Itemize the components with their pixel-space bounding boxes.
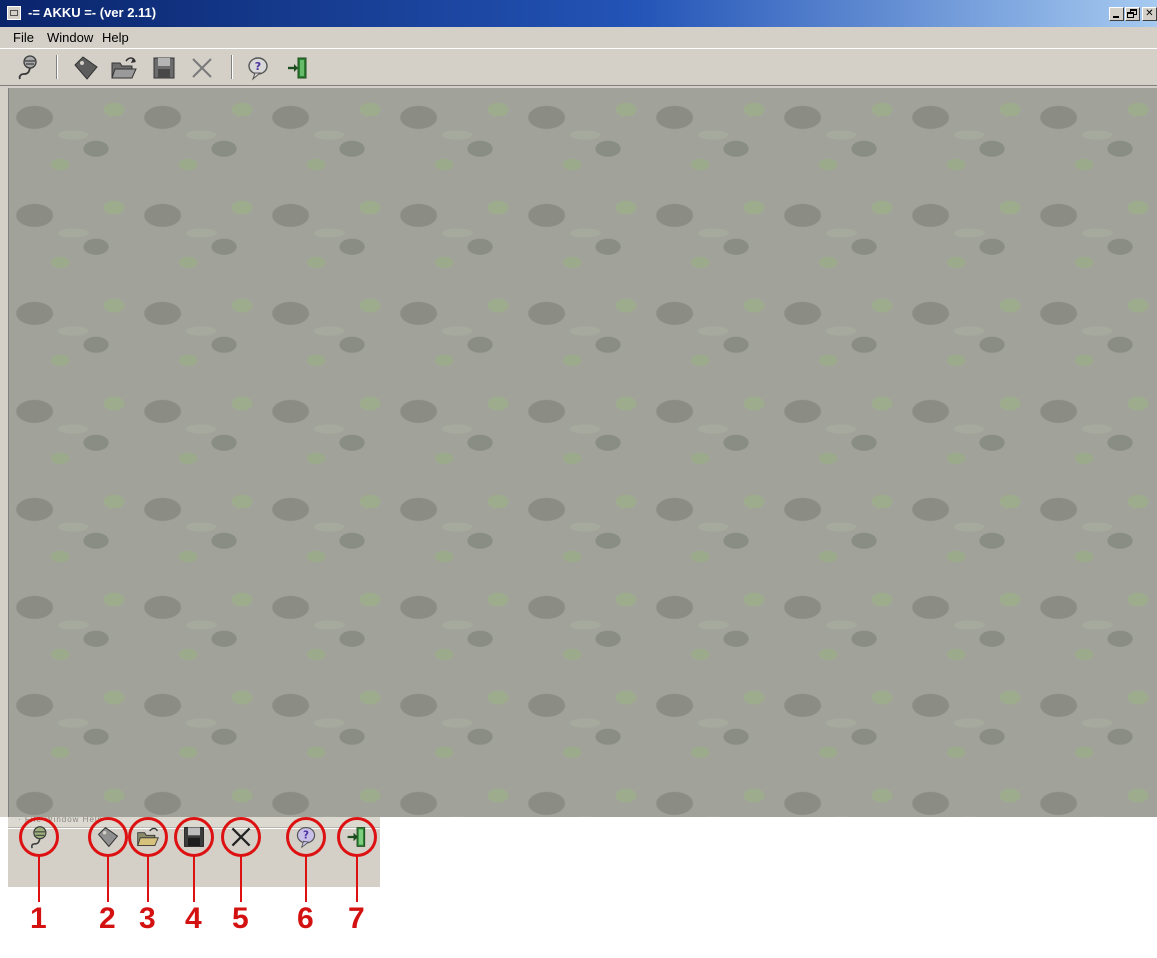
zoomed-exit-button [345, 825, 369, 849]
zoomed-save-button [182, 825, 206, 849]
save-button[interactable] [150, 54, 178, 82]
tag-button[interactable] [72, 54, 100, 82]
title-bar[interactable]: -= AKKU =- (ver 2.11) ✕ [0, 0, 1157, 27]
connect-icon [18, 55, 37, 80]
svg-text:?: ? [255, 60, 261, 73]
callout-circle-1 [19, 817, 59, 857]
open-folder-icon [111, 57, 137, 79]
callout-label-4: 4 [185, 902, 202, 935]
exit-door-icon [288, 57, 307, 79]
callout-leader-3 [147, 855, 149, 902]
menu-window[interactable]: Window [47, 30, 93, 45]
connect-button[interactable] [14, 54, 42, 82]
callout-circle-5 [221, 817, 261, 857]
open-folder-icon [137, 827, 159, 846]
menu-file[interactable]: File [13, 30, 34, 45]
zoomed-connect-button [27, 825, 51, 849]
toolbar-separator [231, 55, 233, 79]
zoomed-delete-button [229, 825, 253, 849]
help-button[interactable]: ? [244, 54, 272, 82]
exit-door-icon [347, 827, 366, 847]
window-title: -= AKKU =- (ver 2.11) [28, 5, 157, 20]
callout-circle-3 [128, 817, 168, 857]
tag-icon [97, 826, 119, 848]
exit-button[interactable] [284, 54, 312, 82]
open-button[interactable] [110, 54, 138, 82]
app-window: -= AKKU =- (ver 2.11) ✕ File Window Help [0, 0, 1157, 817]
restore-button[interactable] [1125, 7, 1140, 21]
toolbar-separator [56, 55, 58, 79]
zoomed-tag-button [96, 825, 120, 849]
zoomed-help-button: ? [294, 825, 318, 849]
callout-label-2: 2 [99, 902, 116, 935]
callout-leader-6 [305, 855, 307, 902]
callout-leader-1 [38, 855, 40, 902]
save-disk-icon [153, 57, 175, 79]
callout-leader-4 [193, 855, 195, 902]
help-icon: ? [296, 826, 316, 849]
svg-text:?: ? [303, 830, 309, 842]
callout-label-7: 7 [348, 902, 365, 935]
callout-leader-7 [356, 855, 358, 902]
zoomed-open-button [136, 825, 160, 849]
menu-bar: File Window Help [0, 27, 1157, 48]
callout-circle-6: ? [286, 817, 326, 857]
callout-circle-2 [88, 817, 128, 857]
delete-x-icon [231, 827, 251, 847]
close-button[interactable]: ✕ [1142, 7, 1157, 21]
save-disk-icon [184, 827, 204, 847]
menu-help[interactable]: Help [102, 30, 129, 45]
callout-label-3: 3 [139, 902, 156, 935]
tag-icon [74, 56, 98, 80]
mdi-workspace[interactable] [8, 88, 1157, 817]
callout-label-5: 5 [232, 902, 249, 935]
callout-leader-2 [107, 855, 109, 902]
callout-circle-7 [337, 817, 377, 857]
callout-label-1: 1 [30, 902, 47, 935]
app-icon[interactable] [7, 6, 21, 20]
delete-x-icon [192, 58, 212, 78]
connect-icon [31, 826, 47, 849]
help-icon: ? [248, 57, 268, 81]
toolbar: ? [0, 48, 1157, 86]
minimize-button[interactable] [1109, 7, 1124, 21]
delete-button[interactable] [188, 54, 216, 82]
callout-leader-5 [240, 855, 242, 902]
callout-label-6: 6 [297, 902, 314, 935]
callout-circle-4 [174, 817, 214, 857]
